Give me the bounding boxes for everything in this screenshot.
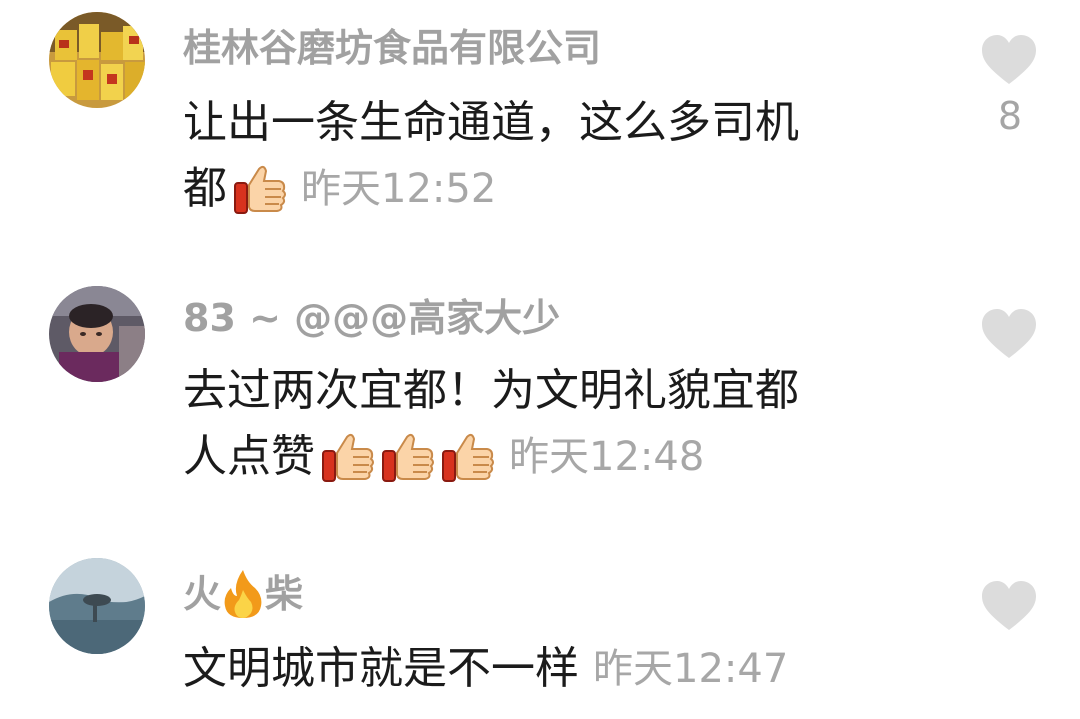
comment-text-line: 都 昨天12:52 <box>183 156 943 222</box>
comment-item: 火 柴 文明城市就是不一样 昨天12:47 <box>0 558 1080 719</box>
like-button[interactable] <box>980 580 1038 632</box>
thumbs-up-icon <box>319 429 375 485</box>
username-part: 火 <box>183 572 222 616</box>
comment-text-fragment: 文明城市就是不一样 <box>183 643 579 694</box>
like-count: 8 <box>997 94 1023 138</box>
timestamp: 昨天12:47 <box>593 646 789 692</box>
comment-item: 83 ~ @@@高家大少 去过两次宜都！为文明礼貌宜都 人点赞 昨天12:48 <box>0 286 1080 506</box>
comment-text-fragment: 人点赞 <box>183 431 315 482</box>
like-button[interactable] <box>980 308 1038 360</box>
thumbs-up-icon <box>231 161 287 217</box>
comment-list: 桂林谷磨坊食品有限公司 让出一条生命通道，这么多司机 都 昨天12:52 8 8… <box>0 0 1080 719</box>
heart-icon <box>982 35 1036 84</box>
comment-text: 文明城市就是不一样 昨天12:47 <box>183 636 943 702</box>
comment-text-line: 文明城市就是不一样 昨天12:47 <box>183 636 943 702</box>
comment-text-line: 人点赞 昨天12:48 <box>183 424 943 490</box>
timestamp: 昨天12:48 <box>509 434 705 480</box>
fire-icon <box>221 568 265 620</box>
avatar[interactable] <box>49 286 145 382</box>
avatar[interactable] <box>49 12 145 108</box>
thumbs-up-icon <box>379 429 435 485</box>
comment-text-fragment: 都 <box>183 163 227 214</box>
comment-text: 让出一条生命通道，这么多司机 都 昨天12:52 <box>183 90 943 222</box>
username-part: 柴 <box>265 572 304 616</box>
comment-text: 去过两次宜都！为文明礼貌宜都 人点赞 昨天12:48 <box>183 358 943 490</box>
like-button[interactable] <box>980 34 1038 86</box>
username[interactable]: 火 柴 <box>183 568 303 620</box>
comment-text-line: 让出一条生命通道，这么多司机 <box>183 97 799 148</box>
username[interactable]: 83 ~ @@@高家大少 <box>183 292 560 344</box>
username[interactable]: 桂林谷磨坊食品有限公司 <box>183 22 601 74</box>
heart-icon <box>982 309 1036 358</box>
avatar[interactable] <box>49 558 145 654</box>
heart-icon <box>982 581 1036 630</box>
timestamp: 昨天12:52 <box>301 166 497 212</box>
comment-item: 桂林谷磨坊食品有限公司 让出一条生命通道，这么多司机 都 昨天12:52 8 <box>0 12 1080 242</box>
thumbs-up-icon <box>439 429 495 485</box>
comment-text-line: 去过两次宜都！为文明礼貌宜都 <box>183 365 799 416</box>
